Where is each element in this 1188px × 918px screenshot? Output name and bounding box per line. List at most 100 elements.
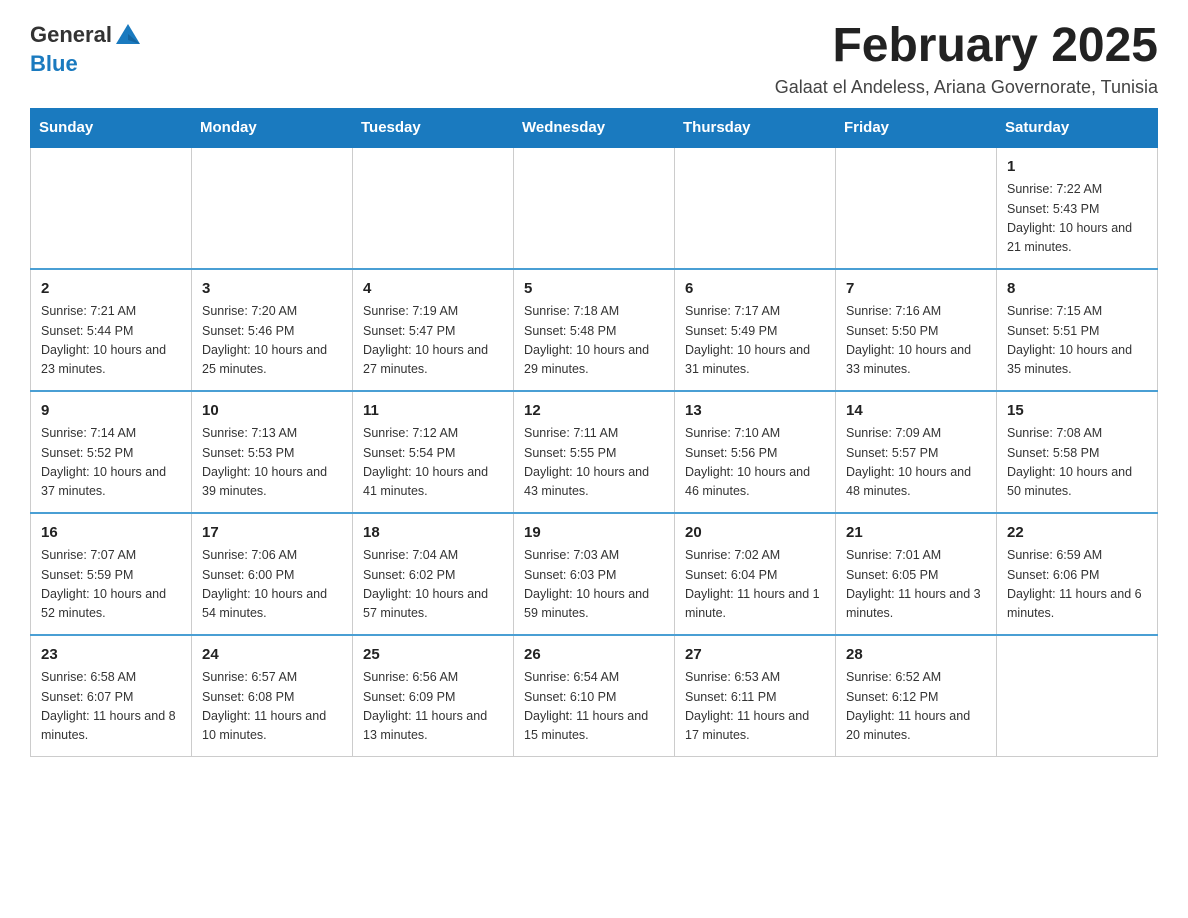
table-row: 7Sunrise: 7:16 AMSunset: 5:50 PMDaylight… xyxy=(836,269,997,391)
day-number: 1 xyxy=(1007,156,1147,179)
table-row: 9Sunrise: 7:14 AMSunset: 5:52 PMDaylight… xyxy=(31,391,192,513)
day-number: 21 xyxy=(846,522,986,545)
day-info: Sunrise: 7:14 AMSunset: 5:52 PMDaylight:… xyxy=(41,424,181,502)
table-row: 16Sunrise: 7:07 AMSunset: 5:59 PMDayligh… xyxy=(31,513,192,635)
table-row: 18Sunrise: 7:04 AMSunset: 6:02 PMDayligh… xyxy=(353,513,514,635)
day-number: 28 xyxy=(846,644,986,667)
day-number: 11 xyxy=(363,400,503,423)
subtitle: Galaat el Andeless, Ariana Governorate, … xyxy=(775,77,1158,98)
day-number: 19 xyxy=(524,522,664,545)
day-number: 17 xyxy=(202,522,342,545)
day-number: 20 xyxy=(685,522,825,545)
table-row: 6Sunrise: 7:17 AMSunset: 5:49 PMDaylight… xyxy=(675,269,836,391)
calendar-week-row: 1Sunrise: 7:22 AMSunset: 5:43 PMDaylight… xyxy=(31,147,1158,269)
table-row: 15Sunrise: 7:08 AMSunset: 5:58 PMDayligh… xyxy=(997,391,1158,513)
day-number: 5 xyxy=(524,278,664,301)
table-row xyxy=(353,147,514,269)
table-row xyxy=(836,147,997,269)
col-saturday: Saturday xyxy=(997,108,1158,147)
table-row: 14Sunrise: 7:09 AMSunset: 5:57 PMDayligh… xyxy=(836,391,997,513)
day-number: 23 xyxy=(41,644,181,667)
day-info: Sunrise: 7:10 AMSunset: 5:56 PMDaylight:… xyxy=(685,424,825,502)
day-number: 8 xyxy=(1007,278,1147,301)
day-info: Sunrise: 6:53 AMSunset: 6:11 PMDaylight:… xyxy=(685,668,825,746)
main-title: February 2025 xyxy=(775,20,1158,73)
calendar-week-row: 9Sunrise: 7:14 AMSunset: 5:52 PMDaylight… xyxy=(31,391,1158,513)
day-info: Sunrise: 6:52 AMSunset: 6:12 PMDaylight:… xyxy=(846,668,986,746)
day-info: Sunrise: 7:06 AMSunset: 6:00 PMDaylight:… xyxy=(202,546,342,624)
table-row xyxy=(997,635,1158,757)
day-info: Sunrise: 7:15 AMSunset: 5:51 PMDaylight:… xyxy=(1007,302,1147,380)
table-row: 10Sunrise: 7:13 AMSunset: 5:53 PMDayligh… xyxy=(192,391,353,513)
calendar-table: Sunday Monday Tuesday Wednesday Thursday… xyxy=(30,108,1158,757)
day-info: Sunrise: 7:09 AMSunset: 5:57 PMDaylight:… xyxy=(846,424,986,502)
day-number: 15 xyxy=(1007,400,1147,423)
day-info: Sunrise: 7:12 AMSunset: 5:54 PMDaylight:… xyxy=(363,424,503,502)
table-row: 25Sunrise: 6:56 AMSunset: 6:09 PMDayligh… xyxy=(353,635,514,757)
day-number: 25 xyxy=(363,644,503,667)
day-info: Sunrise: 7:19 AMSunset: 5:47 PMDaylight:… xyxy=(363,302,503,380)
day-info: Sunrise: 6:57 AMSunset: 6:08 PMDaylight:… xyxy=(202,668,342,746)
day-info: Sunrise: 7:11 AMSunset: 5:55 PMDaylight:… xyxy=(524,424,664,502)
table-row: 27Sunrise: 6:53 AMSunset: 6:11 PMDayligh… xyxy=(675,635,836,757)
day-info: Sunrise: 7:07 AMSunset: 5:59 PMDaylight:… xyxy=(41,546,181,624)
day-info: Sunrise: 6:58 AMSunset: 6:07 PMDaylight:… xyxy=(41,668,181,746)
day-number: 27 xyxy=(685,644,825,667)
day-info: Sunrise: 7:16 AMSunset: 5:50 PMDaylight:… xyxy=(846,302,986,380)
title-area: February 2025 Galaat el Andeless, Ariana… xyxy=(775,20,1158,98)
day-info: Sunrise: 7:17 AMSunset: 5:49 PMDaylight:… xyxy=(685,302,825,380)
col-thursday: Thursday xyxy=(675,108,836,147)
table-row: 5Sunrise: 7:18 AMSunset: 5:48 PMDaylight… xyxy=(514,269,675,391)
table-row xyxy=(675,147,836,269)
table-row xyxy=(31,147,192,269)
page-header: GeneralBlue February 2025 Galaat el Ande… xyxy=(30,20,1158,98)
table-row: 8Sunrise: 7:15 AMSunset: 5:51 PMDaylight… xyxy=(997,269,1158,391)
table-row: 21Sunrise: 7:01 AMSunset: 6:05 PMDayligh… xyxy=(836,513,997,635)
table-row: 20Sunrise: 7:02 AMSunset: 6:04 PMDayligh… xyxy=(675,513,836,635)
day-number: 16 xyxy=(41,522,181,545)
col-tuesday: Tuesday xyxy=(353,108,514,147)
table-row: 19Sunrise: 7:03 AMSunset: 6:03 PMDayligh… xyxy=(514,513,675,635)
table-row: 17Sunrise: 7:06 AMSunset: 6:00 PMDayligh… xyxy=(192,513,353,635)
col-wednesday: Wednesday xyxy=(514,108,675,147)
day-number: 3 xyxy=(202,278,342,301)
logo-icon xyxy=(114,20,142,48)
logo-text: GeneralBlue xyxy=(30,20,142,76)
logo: GeneralBlue xyxy=(30,20,142,76)
table-row: 1Sunrise: 7:22 AMSunset: 5:43 PMDaylight… xyxy=(997,147,1158,269)
table-row: 13Sunrise: 7:10 AMSunset: 5:56 PMDayligh… xyxy=(675,391,836,513)
day-info: Sunrise: 7:20 AMSunset: 5:46 PMDaylight:… xyxy=(202,302,342,380)
calendar-header-row: Sunday Monday Tuesday Wednesday Thursday… xyxy=(31,108,1158,147)
day-number: 6 xyxy=(685,278,825,301)
day-info: Sunrise: 7:13 AMSunset: 5:53 PMDaylight:… xyxy=(202,424,342,502)
table-row: 26Sunrise: 6:54 AMSunset: 6:10 PMDayligh… xyxy=(514,635,675,757)
day-info: Sunrise: 6:56 AMSunset: 6:09 PMDaylight:… xyxy=(363,668,503,746)
calendar-week-row: 16Sunrise: 7:07 AMSunset: 5:59 PMDayligh… xyxy=(31,513,1158,635)
logo-blue-text: Blue xyxy=(30,51,78,76)
table-row: 24Sunrise: 6:57 AMSunset: 6:08 PMDayligh… xyxy=(192,635,353,757)
day-info: Sunrise: 7:04 AMSunset: 6:02 PMDaylight:… xyxy=(363,546,503,624)
table-row: 2Sunrise: 7:21 AMSunset: 5:44 PMDaylight… xyxy=(31,269,192,391)
day-number: 13 xyxy=(685,400,825,423)
table-row: 22Sunrise: 6:59 AMSunset: 6:06 PMDayligh… xyxy=(997,513,1158,635)
day-number: 4 xyxy=(363,278,503,301)
table-row: 4Sunrise: 7:19 AMSunset: 5:47 PMDaylight… xyxy=(353,269,514,391)
day-number: 14 xyxy=(846,400,986,423)
calendar-week-row: 2Sunrise: 7:21 AMSunset: 5:44 PMDaylight… xyxy=(31,269,1158,391)
calendar-week-row: 23Sunrise: 6:58 AMSunset: 6:07 PMDayligh… xyxy=(31,635,1158,757)
day-info: Sunrise: 6:54 AMSunset: 6:10 PMDaylight:… xyxy=(524,668,664,746)
day-number: 9 xyxy=(41,400,181,423)
day-info: Sunrise: 7:22 AMSunset: 5:43 PMDaylight:… xyxy=(1007,180,1147,258)
table-row: 12Sunrise: 7:11 AMSunset: 5:55 PMDayligh… xyxy=(514,391,675,513)
table-row: 3Sunrise: 7:20 AMSunset: 5:46 PMDaylight… xyxy=(192,269,353,391)
day-info: Sunrise: 7:01 AMSunset: 6:05 PMDaylight:… xyxy=(846,546,986,624)
day-info: Sunrise: 6:59 AMSunset: 6:06 PMDaylight:… xyxy=(1007,546,1147,624)
day-number: 2 xyxy=(41,278,181,301)
col-friday: Friday xyxy=(836,108,997,147)
day-number: 18 xyxy=(363,522,503,545)
table-row xyxy=(514,147,675,269)
day-number: 26 xyxy=(524,644,664,667)
day-number: 22 xyxy=(1007,522,1147,545)
day-info: Sunrise: 7:18 AMSunset: 5:48 PMDaylight:… xyxy=(524,302,664,380)
table-row: 11Sunrise: 7:12 AMSunset: 5:54 PMDayligh… xyxy=(353,391,514,513)
